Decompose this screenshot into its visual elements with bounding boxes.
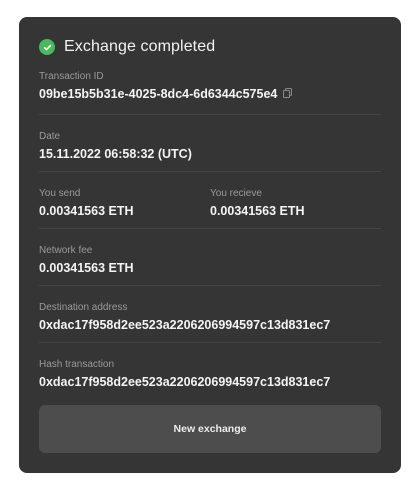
hash-transaction-label: Hash transaction: [39, 359, 115, 370]
you-receive-label: You recieve: [210, 188, 262, 199]
you-receive-value: 0.00341563 ETH: [210, 204, 305, 218]
you-receive-column: You recieve 0.00341563 ETH: [210, 188, 381, 228]
date-value: 15.11.2022 06:58:32 (UTC): [39, 147, 192, 161]
destination-address-value: 0xdac17f958d2ee523a2206206994597c13d831e…: [39, 318, 331, 332]
transaction-id-label: Transaction ID: [39, 71, 104, 82]
page-title: Exchange completed: [64, 38, 216, 55]
card-header: Exchange completed: [39, 37, 381, 57]
copy-icon[interactable]: [283, 86, 293, 102]
send-receive-section: You send 0.00341563 ETH You recieve 0.00…: [39, 172, 381, 229]
exchange-completed-card: Exchange completed Transaction ID 09be15…: [19, 17, 401, 473]
hash-transaction-value: 0xdac17f958d2ee523a2206206994597c13d831e…: [39, 375, 331, 389]
hash-transaction-section: Hash transaction 0xdac17f958d2ee523a2206…: [39, 343, 381, 400]
you-send-label: You send: [39, 188, 81, 199]
destination-address-section: Destination address 0xdac17f958d2ee523a2…: [39, 286, 381, 343]
network-fee-section: Network fee 0.00341563 ETH: [39, 229, 381, 286]
network-fee-value: 0.00341563 ETH: [39, 261, 134, 275]
network-fee-label: Network fee: [39, 245, 93, 256]
transaction-id-section: Transaction ID 09be15b5b31e-4025-8dc4-6d…: [39, 57, 381, 115]
date-label: Date: [39, 131, 61, 142]
check-circle-icon: [39, 39, 55, 55]
you-send-column: You send 0.00341563 ETH: [39, 188, 210, 228]
transaction-id-value: 09be15b5b31e-4025-8dc4-6d6344c575e4: [39, 87, 278, 101]
new-exchange-button[interactable]: New exchange: [39, 405, 381, 453]
destination-address-label: Destination address: [39, 302, 128, 313]
you-send-value: 0.00341563 ETH: [39, 204, 134, 218]
date-section: Date 15.11.2022 06:58:32 (UTC): [39, 115, 381, 172]
transaction-id-row: 09be15b5b31e-4025-8dc4-6d6344c575e4: [39, 86, 381, 102]
